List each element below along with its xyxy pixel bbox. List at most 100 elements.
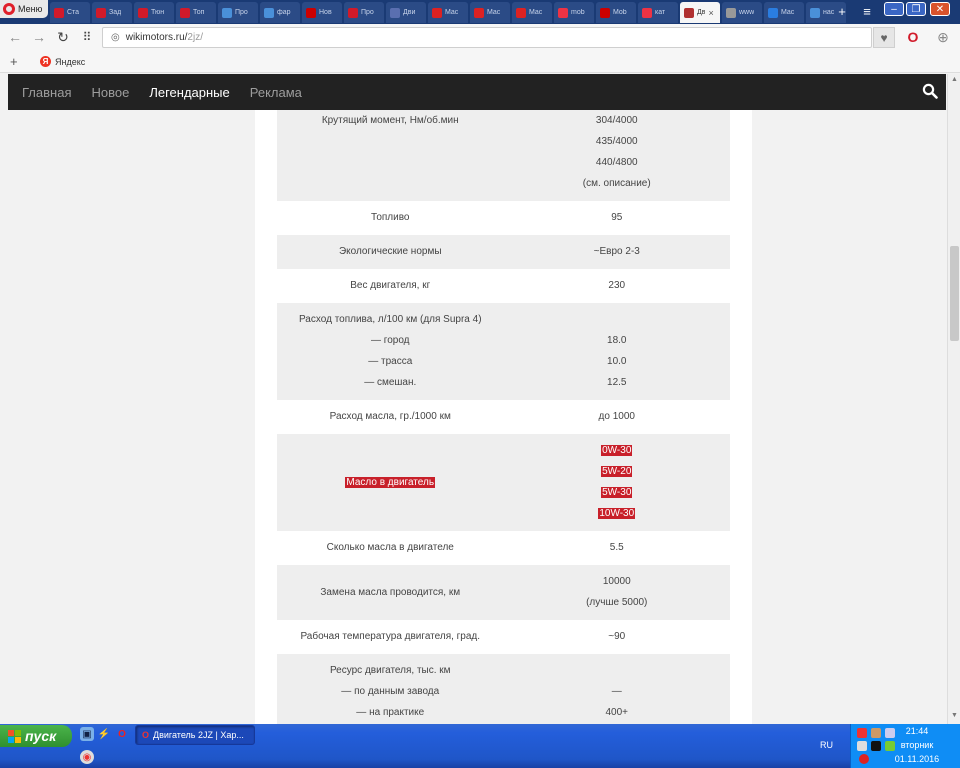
tray-app-icon[interactable] bbox=[871, 741, 881, 751]
spec-value-line: до 1000 bbox=[508, 406, 727, 427]
spec-value-line: 5W-30 bbox=[508, 482, 727, 503]
spec-value-text: 435/4000 bbox=[595, 136, 638, 147]
spec-value-line: 435/4000 bbox=[508, 131, 727, 152]
chrome-icon[interactable]: ◉ bbox=[80, 750, 94, 764]
spec-value-text: 12.5 bbox=[607, 377, 627, 388]
site-info-icon[interactable]: ◎ bbox=[111, 32, 120, 43]
spec-value-text: 400+ bbox=[605, 707, 629, 718]
clock-time: 21:44 bbox=[905, 726, 929, 736]
scroll-up-icon[interactable]: ▲ bbox=[950, 76, 959, 83]
tab-favicon-icon bbox=[726, 7, 736, 18]
tab-title: Дв bbox=[697, 9, 706, 16]
add-bookmark-icon[interactable]: + bbox=[10, 54, 18, 69]
flag-tray-icon[interactable] bbox=[857, 728, 867, 738]
bookmark-heart-icon[interactable]: ♥ bbox=[873, 27, 895, 48]
browser-tab[interactable]: Ста bbox=[50, 2, 90, 23]
download-icon[interactable]: ⊕ bbox=[934, 28, 952, 46]
tab-title: mob bbox=[571, 9, 585, 16]
show-desktop-icon[interactable]: ▣ bbox=[80, 727, 94, 741]
tab-favicon-icon bbox=[348, 7, 358, 18]
spec-key-text: — смешан. bbox=[364, 377, 417, 388]
winamp-icon[interactable]: ⚡ bbox=[97, 727, 111, 741]
forward-icon[interactable]: → bbox=[30, 28, 48, 46]
scrollbar-thumb[interactable] bbox=[950, 246, 959, 341]
spec-value-text: 5.5 bbox=[609, 542, 624, 553]
tab-favicon-icon bbox=[810, 7, 820, 18]
tab-favicon-icon bbox=[474, 7, 484, 18]
spec-key: Ресурс двигателя, тыс. км — по данным зав… bbox=[277, 654, 504, 724]
tab-title: фар bbox=[277, 9, 291, 16]
browser-tab[interactable]: кат bbox=[638, 2, 678, 23]
opera-turbo-icon[interactable]: O bbox=[904, 28, 922, 46]
back-icon[interactable]: ← bbox=[6, 28, 24, 46]
browser-tab[interactable]: Нов bbox=[302, 2, 342, 23]
opera-menu-button[interactable]: Меню bbox=[0, 0, 48, 18]
spec-key: Топливо bbox=[277, 201, 504, 235]
spec-key-text: — трасса bbox=[368, 356, 413, 367]
browser-tab[interactable]: Мас bbox=[512, 2, 552, 23]
browser-tab[interactable]: Дв × bbox=[680, 2, 720, 23]
spec-value: до 1000 bbox=[504, 400, 731, 434]
reload-icon[interactable]: ↻ bbox=[54, 28, 72, 46]
spec-key-text: — по данным завода bbox=[341, 686, 440, 697]
browser-tab[interactable]: Mob bbox=[596, 2, 636, 23]
volume-icon[interactable] bbox=[857, 741, 867, 751]
browser-tab[interactable]: Мас bbox=[470, 2, 510, 23]
close-window-icon[interactable]: ✕ bbox=[930, 2, 950, 16]
browser-tab[interactable]: Тюн bbox=[134, 2, 174, 23]
url-domain: wikimotors.ru/ bbox=[125, 32, 188, 43]
browser-tab[interactable]: Дви bbox=[386, 2, 426, 23]
tab-title: www bbox=[739, 9, 755, 16]
tab-title: Дви bbox=[403, 9, 416, 16]
url-field[interactable]: ◎ wikimotors.ru/2jz/ bbox=[102, 27, 872, 48]
page-scrollbar[interactable]: ▲ ▼ bbox=[947, 74, 960, 724]
spec-key-line: Расход масла, гр./1000 км bbox=[281, 406, 500, 427]
speed-dial-icon[interactable]: ⠿ bbox=[78, 28, 96, 46]
browser-tab[interactable]: фар bbox=[260, 2, 300, 23]
browser-tab[interactable]: Зад bbox=[92, 2, 132, 23]
browser-tab[interactable]: Топ bbox=[176, 2, 216, 23]
browser-tab[interactable]: Про bbox=[344, 2, 384, 23]
minimize-icon[interactable]: – bbox=[884, 2, 904, 16]
tab-menu-icon[interactable]: ≡ bbox=[857, 2, 877, 21]
spec-value-line: 18.0 bbox=[508, 330, 727, 351]
nav-item-ads[interactable]: Реклама bbox=[240, 85, 312, 100]
tab-title: Про bbox=[361, 9, 374, 16]
tab-favicon-icon bbox=[684, 7, 694, 18]
tab-title: Мас bbox=[781, 9, 795, 16]
spec-key-line: Сколько масла в двигателе bbox=[281, 537, 500, 558]
spec-key-text: Ресурс двигателя, тыс. км bbox=[329, 665, 451, 676]
spec-row: Вес двигателя, кг 230 bbox=[277, 269, 730, 303]
browser-tab[interactable]: Про bbox=[218, 2, 258, 23]
scroll-down-icon[interactable]: ▼ bbox=[950, 712, 959, 719]
spec-row: Рабочая температура двигателя, град. ~90 bbox=[277, 620, 730, 654]
menu-label: Меню bbox=[18, 4, 43, 14]
browser-tab[interactable]: mob bbox=[554, 2, 594, 23]
restore-icon[interactable]: ❐ bbox=[906, 2, 926, 16]
new-tab-button[interactable]: + bbox=[832, 2, 852, 21]
language-indicator[interactable]: RU bbox=[820, 740, 833, 750]
bookmark-yandex[interactable]: Я Яндекс bbox=[40, 56, 85, 67]
spec-key: Расход топлива, л/100 км (для Supra 4) — … bbox=[277, 303, 504, 400]
yandex-icon: Я bbox=[40, 56, 51, 67]
network-tray-icon[interactable] bbox=[871, 728, 881, 738]
nav-item-new[interactable]: Новое bbox=[81, 85, 139, 100]
search-icon[interactable] bbox=[922, 83, 938, 104]
tab-favicon-icon bbox=[642, 7, 652, 18]
shield-tray-icon[interactable] bbox=[859, 754, 869, 764]
tab-favicon-icon bbox=[96, 7, 106, 18]
close-tab-icon[interactable]: × bbox=[708, 8, 713, 18]
browser-tab[interactable]: www bbox=[722, 2, 762, 23]
spec-row: Ресурс двигателя, тыс. км — по данным зав… bbox=[277, 654, 730, 724]
start-label: пуск bbox=[25, 728, 57, 744]
browser-tab[interactable]: Мас bbox=[764, 2, 804, 23]
start-button[interactable]: пуск bbox=[0, 725, 72, 747]
spec-key-line: — по данным завода bbox=[281, 681, 500, 702]
spec-key-line: Ресурс двигателя, тыс. км bbox=[281, 660, 500, 681]
opera-quicklaunch-icon[interactable]: O bbox=[115, 727, 129, 741]
nav-item-home[interactable]: Главная bbox=[8, 85, 81, 100]
nav-item-legendary[interactable]: Легендарные bbox=[139, 85, 239, 100]
taskbar-app-opera[interactable]: O Двигатель 2JZ | Хар... bbox=[135, 725, 255, 745]
tab-favicon-icon bbox=[390, 7, 400, 18]
browser-tab[interactable]: Мас bbox=[428, 2, 468, 23]
